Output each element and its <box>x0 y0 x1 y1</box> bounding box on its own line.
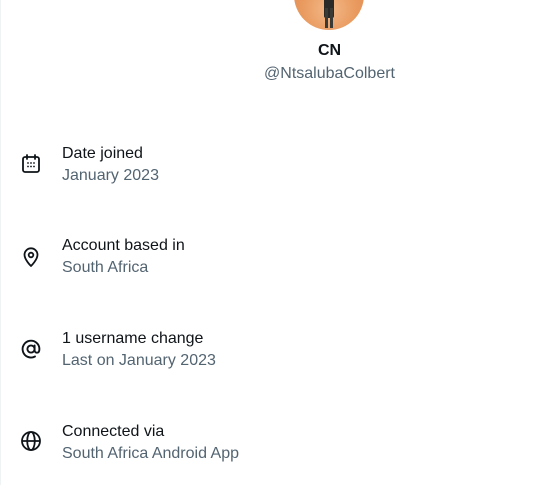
about-item-title: Account based in <box>62 237 185 254</box>
location-pin-icon <box>19 245 43 269</box>
about-item-value: January 2023 <box>62 167 159 184</box>
about-item-value: South Africa <box>62 259 149 276</box>
about-item-value: South Africa Android App <box>62 445 240 462</box>
profile-display-name: CN <box>317 42 342 59</box>
avatar-figure-leg-left <box>325 8 328 28</box>
about-row-connected-via: Connected via South Africa Android App <box>0 420 559 480</box>
avatar-figure-leg-right <box>330 8 333 28</box>
at-sign-icon <box>19 337 43 361</box>
about-row-date-joined: Date joined January 2023 <box>0 142 559 202</box>
about-item-title: Connected via <box>62 423 165 440</box>
about-item-title: 1 username change <box>62 330 204 347</box>
calendar-icon <box>19 152 43 176</box>
about-row-account-based-in: Account based in South Africa <box>0 234 559 294</box>
about-row-username-change: 1 username change Last on January 2023 <box>0 327 559 387</box>
profile-handle: @NtsalubaColbert <box>264 65 395 82</box>
avatar[interactable] <box>294 0 364 30</box>
about-item-value: Last on January 2023 <box>62 352 216 369</box>
globe-icon <box>19 429 43 453</box>
about-item-title: Date joined <box>62 145 143 162</box>
